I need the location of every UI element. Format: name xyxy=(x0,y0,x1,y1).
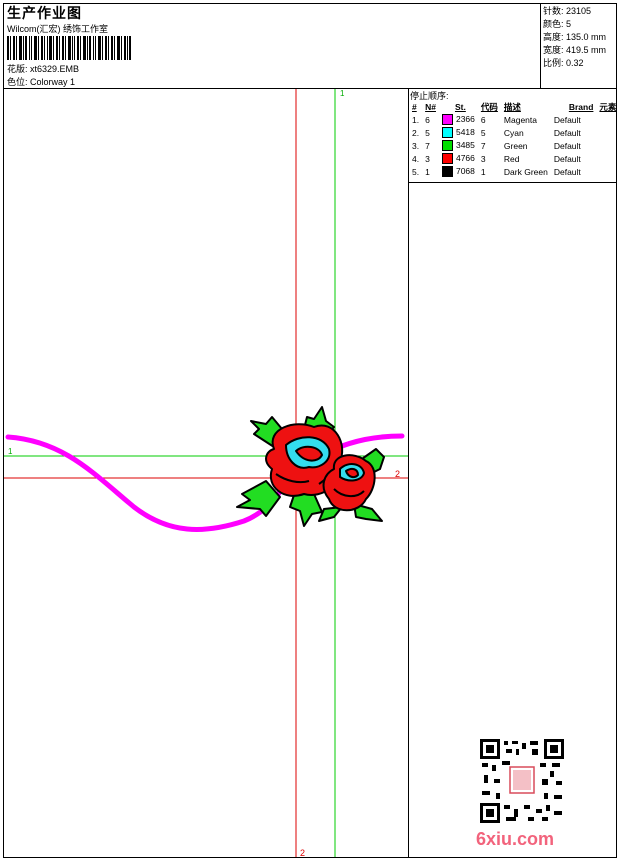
design-canvas: 1 1 2 2 xyxy=(4,89,408,857)
stat-colors: 颜色: 5 xyxy=(543,19,572,29)
table-row: 4. 3 4766 3 Red Default xyxy=(409,152,619,165)
stitch-count: 4766 xyxy=(455,152,475,163)
magenta-ribbon-right xyxy=(331,433,405,452)
row-element xyxy=(596,113,619,126)
row-code: 3 xyxy=(480,153,486,164)
panel-divider xyxy=(408,88,409,858)
stat-stitches: 针数: 23105 xyxy=(543,6,592,16)
qr-code xyxy=(480,739,564,823)
color-swatch xyxy=(441,153,453,165)
row-needle: 7 xyxy=(425,140,430,151)
row-element xyxy=(596,165,619,178)
row-index: 4. xyxy=(412,153,420,164)
row-description: Cyan xyxy=(503,127,524,138)
row-description: Dark Green xyxy=(503,166,548,177)
row-stitches: 5418 xyxy=(439,126,478,139)
row-element xyxy=(596,139,619,152)
row-element xyxy=(596,126,619,139)
row-code: 7 xyxy=(480,140,486,151)
magenta-ribbon xyxy=(5,434,299,532)
row-stitches: 2366 xyxy=(439,113,478,126)
row-brand: Default xyxy=(553,153,581,164)
row-index: 1. xyxy=(412,114,420,125)
row-index: 3. xyxy=(412,140,420,151)
guide-label-red-h: 2 xyxy=(395,469,400,479)
stitch-count: 2366 xyxy=(455,113,475,124)
stat-height: 高度: 135.0 mm xyxy=(543,32,607,42)
row-brand: Default xyxy=(553,166,581,177)
guide-label-green-v: 1 xyxy=(340,89,345,98)
guide-label-green-h: 1 xyxy=(8,447,13,456)
table-row: 1. 6 2366 6 Magenta Default xyxy=(409,113,619,126)
col-description: 描述 xyxy=(503,102,521,112)
stitch-count: 7068 xyxy=(455,165,475,176)
row-stitches: 4766 xyxy=(439,152,478,165)
table-header-row: # N# St. 代码 描述 Brand 元素 xyxy=(409,101,619,113)
colorway-label: 色位: Colorway 1 xyxy=(7,77,76,87)
col-code: 代码 xyxy=(480,102,498,112)
row-stitches: 7068 xyxy=(439,165,478,178)
row-brand: Default xyxy=(553,140,581,151)
barcode xyxy=(7,36,131,60)
col-element: 元素 xyxy=(599,102,617,112)
row-description: Red xyxy=(503,153,520,164)
row-needle: 5 xyxy=(425,127,430,138)
stitch-count: 3485 xyxy=(455,139,475,150)
page-title: 生产作业图 xyxy=(7,5,82,21)
row-code: 6 xyxy=(480,114,486,125)
row-description: Magenta xyxy=(503,114,537,125)
row-brand: Default xyxy=(553,114,581,125)
watermark-logo: 6xiu.com xyxy=(476,829,555,849)
row-element xyxy=(596,152,619,165)
stat-width: 宽度: 419.5 mm xyxy=(543,45,607,55)
row-needle: 6 xyxy=(425,114,430,125)
table-row: 5. 1 7068 1 Dark Green Default xyxy=(409,165,619,178)
stitch-count: 5418 xyxy=(455,126,475,137)
design-file: 花版: xt6329.EMB xyxy=(7,64,80,74)
row-code: 1 xyxy=(480,166,486,177)
company-name: Wilcom(汇宏) 绣饰工作室 xyxy=(7,24,108,34)
col-needle: N# xyxy=(425,102,436,112)
stop-sequence-table: # N# St. 代码 描述 Brand 元素 1. 6 2366 6 Magenta D… xyxy=(409,101,619,178)
row-needle: 1 xyxy=(425,166,430,177)
guide-label-red-v: 2 xyxy=(300,848,305,857)
row-stitches: 3485 xyxy=(439,139,478,152)
stats-divider xyxy=(540,3,541,88)
color-swatch xyxy=(441,114,453,126)
row-code: 5 xyxy=(480,127,486,138)
table-bottom-line xyxy=(408,182,617,183)
row-needle: 3 xyxy=(425,153,430,164)
stat-scale: 比例: 0.32 xyxy=(543,58,584,68)
color-swatch xyxy=(441,140,453,152)
row-index: 2. xyxy=(412,127,420,138)
col-brand: Brand xyxy=(568,102,594,112)
table-row: 3. 7 3485 7 Green Default xyxy=(409,139,619,152)
col-stitches: St. xyxy=(454,102,466,112)
color-swatch xyxy=(441,166,453,178)
color-swatch xyxy=(441,127,453,139)
row-description: Green xyxy=(503,140,528,151)
row-brand: Default xyxy=(553,127,581,138)
row-index: 5. xyxy=(412,166,420,177)
table-row: 2. 5 5418 5 Cyan Default xyxy=(409,126,619,139)
col-index: # xyxy=(412,102,417,112)
